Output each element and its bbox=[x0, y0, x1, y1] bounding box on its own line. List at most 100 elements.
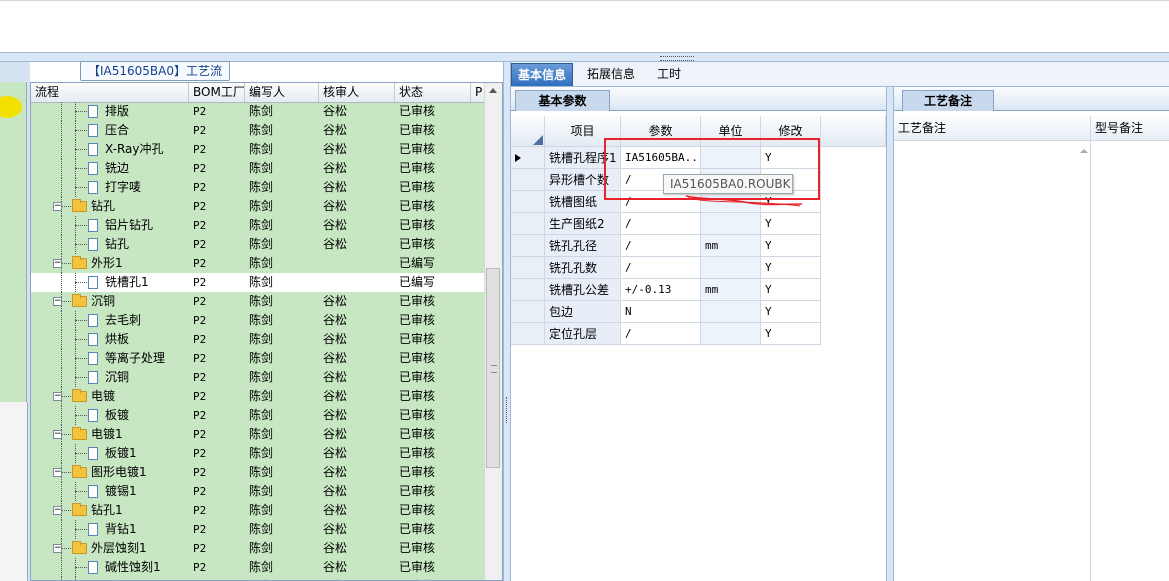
tree-row[interactable]: 去毛刺 P2 陈剑 谷松 已审核 bbox=[31, 311, 484, 330]
cell-unit[interactable] bbox=[701, 213, 761, 235]
cell-bom-factory: P2 bbox=[193, 447, 207, 460]
cell-bom-factory: P2 bbox=[193, 577, 206, 580]
cell-modify[interactable]: Y bbox=[761, 323, 821, 345]
tab-work-hours[interactable]: 工时 bbox=[651, 63, 687, 85]
cell-param[interactable]: / bbox=[621, 257, 701, 279]
col-header-bom[interactable]: BOM工厂 bbox=[189, 83, 245, 102]
cell-unit[interactable] bbox=[701, 323, 761, 345]
notes-scroll-up-icon[interactable] bbox=[1080, 149, 1088, 153]
tab-basic-info[interactable]: 基本信息 bbox=[511, 63, 574, 86]
tree-row[interactable]: 铣边 P2 陈剑 谷松 已审核 bbox=[31, 159, 484, 178]
row-selector[interactable] bbox=[511, 257, 545, 279]
row-selector[interactable] bbox=[511, 323, 545, 345]
cell-reviewer: 谷松 bbox=[323, 199, 348, 213]
tree-row[interactable]: 等离子处理 P2 陈剑 谷松 已审核 bbox=[31, 349, 484, 368]
tab-basic-params[interactable]: 基本参数 bbox=[515, 90, 610, 111]
collapse-toggle-icon[interactable]: − bbox=[53, 297, 62, 306]
tree-row[interactable]: 排版 P2 陈剑 谷松 已审核 bbox=[31, 102, 484, 121]
tree-row[interactable]: − 电镀1 P2 陈剑 谷松 已审核 bbox=[31, 425, 484, 444]
cell-status: 已审核 bbox=[399, 142, 436, 156]
tree-line bbox=[75, 149, 87, 150]
tab-extended-info[interactable]: 拓展信息 bbox=[581, 63, 641, 85]
cell-modify[interactable]: Y bbox=[761, 213, 821, 235]
tree-row[interactable]: 碱性蚀刻1 P2 陈剑 谷松 已审核 bbox=[31, 558, 484, 577]
row-selector[interactable] bbox=[511, 147, 545, 169]
process-note-textarea[interactable] bbox=[894, 141, 1091, 581]
tab-process-notes[interactable]: 工艺备注 bbox=[902, 90, 994, 111]
collapse-toggle-icon[interactable]: − bbox=[53, 392, 62, 401]
tree-row[interactable]: − 图形电镀1 P2 陈剑 谷松 已审核 bbox=[31, 463, 484, 482]
cell-unit[interactable]: mm bbox=[701, 279, 761, 301]
tree-row[interactable]: − 钻孔1 P2 陈剑 谷松 已审核 bbox=[31, 501, 484, 520]
col-header-p[interactable]: P bbox=[471, 83, 485, 102]
col-header-process[interactable]: 流程 bbox=[31, 83, 189, 102]
cell-modify[interactable]: Y bbox=[761, 235, 821, 257]
row-selector[interactable] bbox=[511, 235, 545, 257]
col-header-reviewer[interactable]: 核审人 bbox=[319, 83, 395, 102]
tree-row[interactable]: 板镀1 P2 陈剑 谷松 已审核 bbox=[31, 444, 484, 463]
cell-unit[interactable] bbox=[701, 301, 761, 323]
cell-process-name: 外层蚀刻1 bbox=[91, 541, 147, 555]
tree-line bbox=[61, 301, 71, 302]
cell-author: 陈剑 bbox=[249, 218, 274, 232]
tree-row[interactable]: − 外形1 P2 陈剑 已编写 bbox=[31, 254, 484, 273]
col-header-model-note[interactable]: 型号备注 bbox=[1091, 116, 1169, 141]
tree-scrollbar[interactable] bbox=[484, 83, 502, 580]
collapse-toggle-icon[interactable]: − bbox=[53, 506, 62, 515]
collapse-toggle-icon[interactable]: − bbox=[53, 202, 62, 211]
scrollbar-thumb[interactable] bbox=[486, 268, 500, 468]
cell-unit[interactable] bbox=[701, 257, 761, 279]
cell-param[interactable]: N bbox=[621, 301, 701, 323]
tree-row[interactable]: 镀锡1 P2 陈剑 谷松 已审核 bbox=[31, 482, 484, 501]
cell-modify[interactable]: Y bbox=[761, 279, 821, 301]
vertical-splitter[interactable] bbox=[503, 62, 511, 581]
cell-process-name: 排版 bbox=[105, 104, 130, 118]
tree-row[interactable]: 烘板 P2 陈剑 谷松 已审核 bbox=[31, 330, 484, 349]
collapse-toggle-icon[interactable]: − bbox=[53, 544, 62, 553]
tree-row[interactable]: − 沉铜 P2 陈剑 谷松 已审核 bbox=[31, 292, 484, 311]
collapse-toggle-icon[interactable]: − bbox=[53, 259, 62, 268]
tree-row[interactable]: 压合 P2 陈剑 谷松 已审核 bbox=[31, 121, 484, 140]
top-toolbar-area bbox=[0, 0, 1169, 52]
tree-row[interactable]: 铣槽孔1 P2 陈剑 已编写 bbox=[31, 273, 484, 292]
row-selector[interactable] bbox=[511, 191, 545, 213]
cell-author: 陈剑 bbox=[249, 389, 274, 403]
row-selector[interactable] bbox=[511, 301, 545, 323]
tree-row[interactable]: 打字唛 P2 陈剑 谷松 已审核 bbox=[31, 178, 484, 197]
notes-splitter[interactable] bbox=[886, 87, 894, 581]
cell-unit[interactable]: mm bbox=[701, 235, 761, 257]
collapse-toggle-icon[interactable]: − bbox=[53, 430, 62, 439]
row-selector[interactable] bbox=[511, 213, 545, 235]
row-selector[interactable] bbox=[511, 279, 545, 301]
cell-process-name: 铣边 bbox=[105, 161, 130, 175]
tree-row[interactable]: − 电镀 P2 陈剑 谷松 已审核 bbox=[31, 387, 484, 406]
tree-row[interactable]: 板镀 P2 陈剑 谷松 已审核 bbox=[31, 406, 484, 425]
col-header-process-note[interactable]: 工艺备注 bbox=[894, 116, 1091, 141]
cell-bom-factory: P2 bbox=[193, 333, 207, 346]
tree-row[interactable]: − 钻孔 P2 陈剑 谷松 已审核 bbox=[31, 197, 484, 216]
col-header-status[interactable]: 状态 bbox=[395, 83, 471, 102]
col-header-filler bbox=[821, 116, 886, 147]
cell-param[interactable]: / bbox=[621, 323, 701, 345]
annotation-underline-scribble bbox=[685, 195, 803, 207]
tree-row[interactable]: X-Ray冲孔 P2 陈剑 谷松 已审核 bbox=[31, 140, 484, 159]
collapse-toggle-icon[interactable]: − bbox=[53, 468, 62, 477]
cell-param[interactable]: / bbox=[621, 213, 701, 235]
col-header-author[interactable]: 编写人 bbox=[245, 83, 319, 102]
tree-row[interactable]: 钻孔 P2 陈剑 谷松 已审核 bbox=[31, 235, 484, 254]
tree-row[interactable]: − 外层蚀刻1 P2 陈剑 谷松 已审核 bbox=[31, 539, 484, 558]
tree-row[interactable]: 沉铜 P2 陈剑 谷松 已审核 bbox=[31, 368, 484, 387]
tree-row[interactable]: 退锡1 P2 陈剑 谷松 已审核 bbox=[31, 577, 484, 580]
process-tree-grid[interactable]: 流程 BOM工厂 编写人 核审人 状态 P 排版 P2 陈剑 谷松 已审核 压合 P2 陈剑谷… bbox=[30, 82, 503, 581]
cell-param[interactable]: +/-0.13 bbox=[621, 279, 701, 301]
cell-modify[interactable]: Y bbox=[761, 257, 821, 279]
tree-row[interactable]: 背钻1 P2 陈剑 谷松 已审核 bbox=[31, 520, 484, 539]
cell-param[interactable]: / bbox=[621, 235, 701, 257]
grid-corner[interactable] bbox=[511, 116, 545, 147]
tree-row[interactable]: 铝片钻孔 P2 陈剑 谷松 已审核 bbox=[31, 216, 484, 235]
cell-modify[interactable]: Y bbox=[761, 301, 821, 323]
tree-line bbox=[61, 235, 62, 254]
scroll-up-icon[interactable] bbox=[489, 88, 497, 93]
cell-process-name: 图形电镀1 bbox=[91, 465, 147, 479]
row-selector[interactable] bbox=[511, 169, 545, 191]
